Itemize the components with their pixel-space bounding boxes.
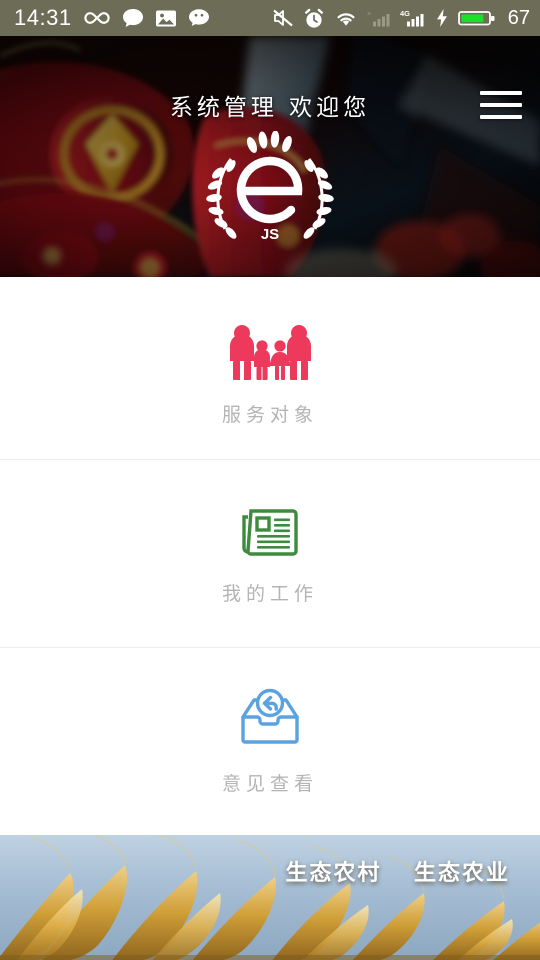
menu-item-label-service-objects: 服务对象 bbox=[221, 403, 318, 426]
logo-sub-text: JS bbox=[261, 226, 279, 243]
menu-item-service-objects[interactable]: 服务对象 bbox=[0, 277, 540, 459]
svg-text:×: × bbox=[367, 11, 371, 18]
status-bar: 14:31 × 4G 67 bbox=[0, 0, 540, 36]
banner-slogan: 生态农村 生态农业 bbox=[285, 860, 510, 885]
menu-item-label-view-feedback: 意见查看 bbox=[221, 773, 318, 795]
menu-item-view-feedback[interactable]: 意见查看 bbox=[0, 647, 540, 835]
signal-4g-icon: 4G bbox=[400, 9, 426, 28]
hamburger-menu-icon[interactable] bbox=[480, 88, 522, 122]
wechat-icon bbox=[188, 8, 210, 28]
hamburger-bar-2 bbox=[480, 103, 522, 107]
inbox-reply-icon bbox=[235, 687, 305, 749]
signal-sim1-icon: × bbox=[367, 9, 391, 28]
app-logo: JS bbox=[195, 130, 345, 256]
menu-item-my-work[interactable]: 我的工作 bbox=[0, 459, 540, 647]
battery-percent-label: 67 bbox=[507, 7, 530, 29]
page-title: 系统管理 欢迎您 bbox=[169, 95, 371, 121]
bottom-banner[interactable]: 生态农村 生态农业 bbox=[0, 835, 540, 960]
phone-screen: 14:31 × 4G 67 系统管理 欢迎您 JS 服务对象 我的工作 意见查看… bbox=[0, 0, 540, 960]
status-bar-right: × 4G 67 bbox=[272, 8, 530, 29]
photo-gallery-icon bbox=[155, 9, 177, 28]
message-bubble-icon bbox=[122, 8, 144, 28]
svg-text:4G: 4G bbox=[400, 9, 410, 18]
hamburger-bar-1 bbox=[480, 91, 522, 95]
family-group-icon bbox=[225, 324, 315, 380]
alarm-clock-icon bbox=[303, 8, 325, 29]
status-bar-clock: 14:31 bbox=[14, 5, 72, 30]
hamburger-bar-3 bbox=[480, 115, 522, 119]
menu-item-label-my-work: 我的工作 bbox=[221, 583, 318, 605]
main-menu-list: 服务对象 我的工作 意见查看 bbox=[0, 277, 540, 835]
status-bar-left: 14:31 bbox=[14, 7, 210, 29]
battery-icon bbox=[457, 8, 496, 28]
app-header-hero: 系统管理 欢迎您 JS bbox=[0, 36, 540, 277]
charging-bolt-icon bbox=[435, 8, 449, 28]
newspaper-document-icon bbox=[240, 501, 300, 559]
wifi-icon bbox=[334, 9, 358, 28]
mute-icon bbox=[272, 8, 294, 28]
banner-background-image bbox=[0, 835, 540, 960]
infinity-icon bbox=[83, 10, 111, 26]
